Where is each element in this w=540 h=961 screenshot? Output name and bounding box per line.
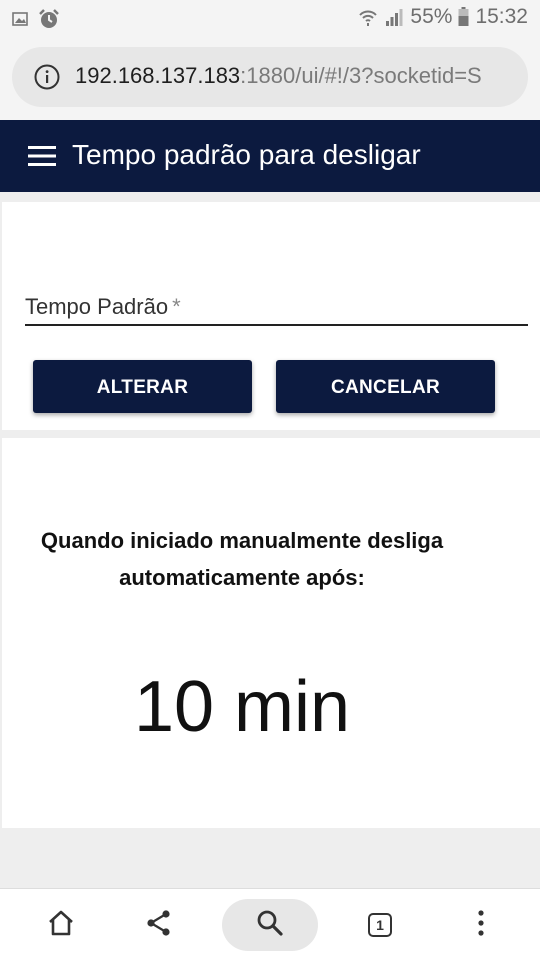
search-icon [256,909,284,942]
wifi-icon [358,7,378,27]
tab-count: 1 [376,917,384,933]
tempo-padrao-input[interactable] [25,324,528,326]
tabs-button[interactable]: 1 [355,899,405,951]
alterar-button[interactable]: ALTERAR [33,360,252,413]
signal-icon [384,7,404,27]
image-icon [12,12,28,31]
field-label-text: Tempo Padrão [25,294,169,319]
url-path: :1880/ui/#!/3?socketid=S [240,63,482,88]
home-icon [47,909,75,942]
description-line-1: Quando iniciado manualmente desliga [40,528,444,553]
browser-bottom-nav: 1 [0,888,540,961]
url-host: 192.168.137.183 [75,63,241,88]
more-icon [477,909,485,942]
time-value: 10 min [133,667,351,747]
page-title: Tempo padrão para desligar [72,139,421,170]
description-text: Quando iniciado manualmente desliga auto… [2,522,482,596]
cancelar-button[interactable]: CANCELAR [276,360,495,413]
browser-address-area: 192.168.137.183:1880/ui/#!/3?socketid=S [0,36,540,120]
battery-icon [458,7,469,27]
url-text[interactable]: 192.168.137.183:1880/ui/#!/3?socketid=S [75,63,515,89]
battery-percent: 55% [410,5,453,28]
app-toolbar: Tempo padrão para desligar [0,120,540,192]
alarm-icon [38,8,60,35]
tabs-icon: 1 [368,913,392,937]
description-line-2: automaticamente após: [119,565,365,590]
status-left-icons [12,8,60,35]
required-marker: * [172,294,181,319]
status-bar: 55% 15:32 [0,0,540,36]
status-time: 15:32 [475,5,528,28]
search-button[interactable] [222,899,318,951]
more-options-button[interactable] [456,899,506,951]
info-card: Quando iniciado manualmente desliga auto… [2,438,540,828]
share-icon [145,909,173,942]
info-icon[interactable] [34,64,60,90]
share-button[interactable] [134,899,184,951]
form-card: Tempo Padrão * ALTERAR CANCELAR [2,202,540,430]
status-right-icons: 55% 15:32 [358,5,528,29]
address-bar[interactable]: 192.168.137.183:1880/ui/#!/3?socketid=S [12,47,528,107]
tempo-padrao-label: Tempo Padrão * [25,294,181,320]
menu-icon[interactable] [28,145,56,167]
home-button[interactable] [36,899,86,951]
